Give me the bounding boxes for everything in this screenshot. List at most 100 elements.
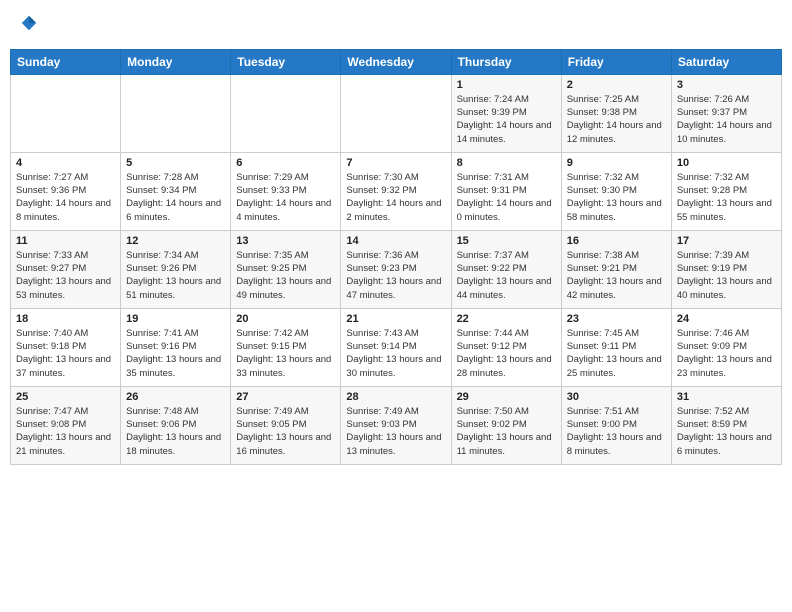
day-cell: 1Sunrise: 7:24 AMSunset: 9:39 PMDaylight… — [451, 74, 561, 152]
day-number: 17 — [677, 235, 776, 247]
weekday-header-row: SundayMondayTuesdayWednesdayThursdayFrid… — [11, 49, 782, 74]
day-info: Sunrise: 7:46 AMSunset: 9:09 PMDaylight:… — [677, 327, 776, 380]
day-number: 21 — [346, 313, 445, 325]
day-number: 6 — [236, 157, 335, 169]
day-cell: 10 Sunrise: 7:32 AMSunset: 9:28 PMDayligh… — [671, 152, 781, 230]
day-info: Sunrise: 7:35 AMSunset: 9:25 PMDaylight:… — [236, 249, 335, 302]
day-info: Sunrise: 7:39 AMSunset: 9:19 PMDaylight:… — [677, 249, 776, 302]
day-cell: 2 Sunrise: 7:25 AMSunset: 9:38 PMDaylight… — [561, 74, 671, 152]
day-info: Sunrise: 7:49 AMSunset: 9:05 PMDaylight:… — [236, 405, 335, 458]
day-cell: 30 Sunrise: 7:51 AMSunset: 9:00 PMDayligh… — [561, 386, 671, 464]
day-cell: 27 Sunrise: 7:49 AMSunset: 9:05 PMDayligh… — [231, 386, 341, 464]
week-row-2: 4 Sunrise: 7:27 AMSunset: 9:36 PMDaylight… — [11, 152, 782, 230]
day-cell: 23 Sunrise: 7:45 AMSunset: 9:11 PMDayligh… — [561, 308, 671, 386]
day-cell: 24 Sunrise: 7:46 AMSunset: 9:09 PMDayligh… — [671, 308, 781, 386]
day-info: Sunrise: 7:48 AMSunset: 9:06 PMDaylight:… — [126, 405, 225, 458]
day-info: Sunrise: 7:33 AMSunset: 9:27 PMDaylight:… — [16, 249, 115, 302]
day-number: 10 — [677, 157, 776, 169]
day-number: 23 — [567, 313, 666, 325]
day-number: 25 — [16, 391, 115, 403]
day-cell: 11 Sunrise: 7:33 AMSunset: 9:27 PMDayligh… — [11, 230, 121, 308]
logo-text — [18, 14, 38, 37]
day-info: Sunrise: 7:49 AMSunset: 9:03 PMDaylight:… — [346, 405, 445, 458]
week-row-1: 1Sunrise: 7:24 AMSunset: 9:39 PMDaylight… — [11, 74, 782, 152]
day-cell: 26Sunrise: 7:48 AMSunset: 9:06 PMDayligh… — [121, 386, 231, 464]
day-info: Sunrise: 7:47 AMSunset: 9:08 PMDaylight:… — [16, 405, 115, 458]
logo — [18, 14, 38, 37]
day-number: 15 — [457, 235, 556, 247]
day-number: 16 — [567, 235, 666, 247]
day-cell: 6 Sunrise: 7:29 AMSunset: 9:33 PMDaylight… — [231, 152, 341, 230]
day-cell: 4 Sunrise: 7:27 AMSunset: 9:36 PMDaylight… — [11, 152, 121, 230]
day-info: Sunrise: 7:27 AMSunset: 9:36 PMDaylight:… — [16, 171, 115, 224]
day-number: 12 — [126, 235, 225, 247]
calendar-table: SundayMondayTuesdayWednesdayThursdayFrid… — [10, 49, 782, 465]
day-info: Sunrise: 7:38 AMSunset: 9:21 PMDaylight:… — [567, 249, 666, 302]
day-number: 24 — [677, 313, 776, 325]
day-cell: 3 Sunrise: 7:26 AMSunset: 9:37 PMDaylight… — [671, 74, 781, 152]
day-cell: 17 Sunrise: 7:39 AMSunset: 9:19 PMDayligh… — [671, 230, 781, 308]
day-number: 11 — [16, 235, 115, 247]
day-info: Sunrise: 7:41 AMSunset: 9:16 PMDaylight:… — [126, 327, 225, 380]
day-info: Sunrise: 7:44 AMSunset: 9:12 PMDaylight:… — [457, 327, 556, 380]
day-info: Sunrise: 7:36 AMSunset: 9:23 PMDaylight:… — [346, 249, 445, 302]
day-cell: 28 Sunrise: 7:49 AMSunset: 9:03 PMDayligh… — [341, 386, 451, 464]
day-info: Sunrise: 7:52 AMSunset: 8:59 PMDaylight:… — [677, 405, 776, 458]
day-cell: 12 Sunrise: 7:34 AMSunset: 9:26 PMDayligh… — [121, 230, 231, 308]
day-number: 22 — [457, 313, 556, 325]
day-cell: 7Sunrise: 7:30 AMSunset: 9:32 PMDaylight… — [341, 152, 451, 230]
day-number: 29 — [457, 391, 556, 403]
day-cell: 20 Sunrise: 7:42 AMSunset: 9:15 PMDayligh… — [231, 308, 341, 386]
day-info: Sunrise: 7:31 AMSunset: 9:31 PMDaylight:… — [457, 171, 556, 224]
day-info: Sunrise: 7:37 AMSunset: 9:22 PMDaylight:… — [457, 249, 556, 302]
day-cell: 8Sunrise: 7:31 AMSunset: 9:31 PMDaylight… — [451, 152, 561, 230]
day-number: 30 — [567, 391, 666, 403]
day-number: 20 — [236, 313, 335, 325]
day-info: Sunrise: 7:45 AMSunset: 9:11 PMDaylight:… — [567, 327, 666, 380]
logo-icon — [20, 14, 38, 32]
day-cell: 29 Sunrise: 7:50 AMSunset: 9:02 PMDayligh… — [451, 386, 561, 464]
day-number: 18 — [16, 313, 115, 325]
day-cell: 9 Sunrise: 7:32 AMSunset: 9:30 PMDaylight… — [561, 152, 671, 230]
day-number: 31 — [677, 391, 776, 403]
weekday-header-friday: Friday — [561, 49, 671, 74]
day-info: Sunrise: 7:40 AMSunset: 9:18 PMDaylight:… — [16, 327, 115, 380]
week-row-5: 25 Sunrise: 7:47 AMSunset: 9:08 PMDayligh… — [11, 386, 782, 464]
day-info: Sunrise: 7:28 AMSunset: 9:34 PMDaylight:… — [126, 171, 225, 224]
day-number: 13 — [236, 235, 335, 247]
day-number: 14 — [346, 235, 445, 247]
day-info: Sunrise: 7:32 AMSunset: 9:30 PMDaylight:… — [567, 171, 666, 224]
day-info: Sunrise: 7:34 AMSunset: 9:26 PMDaylight:… — [126, 249, 225, 302]
week-row-3: 11 Sunrise: 7:33 AMSunset: 9:27 PMDayligh… — [11, 230, 782, 308]
weekday-header-sunday: Sunday — [11, 49, 121, 74]
day-info: Sunrise: 7:26 AMSunset: 9:37 PMDaylight:… — [677, 93, 776, 146]
weekday-header-wednesday: Wednesday — [341, 49, 451, 74]
day-cell: 5 Sunrise: 7:28 AMSunset: 9:34 PMDaylight… — [121, 152, 231, 230]
day-number: 5 — [126, 157, 225, 169]
day-cell: 25 Sunrise: 7:47 AMSunset: 9:08 PMDayligh… — [11, 386, 121, 464]
day-number: 9 — [567, 157, 666, 169]
day-info: Sunrise: 7:24 AMSunset: 9:39 PMDaylight:… — [457, 93, 556, 146]
day-cell: 16 Sunrise: 7:38 AMSunset: 9:21 PMDayligh… — [561, 230, 671, 308]
day-info: Sunrise: 7:29 AMSunset: 9:33 PMDaylight:… — [236, 171, 335, 224]
day-cell: 22 Sunrise: 7:44 AMSunset: 9:12 PMDayligh… — [451, 308, 561, 386]
day-cell: 13 Sunrise: 7:35 AMSunset: 9:25 PMDayligh… — [231, 230, 341, 308]
day-info: Sunrise: 7:42 AMSunset: 9:15 PMDaylight:… — [236, 327, 335, 380]
day-info: Sunrise: 7:51 AMSunset: 9:00 PMDaylight:… — [567, 405, 666, 458]
day-cell — [341, 74, 451, 152]
day-cell: 19Sunrise: 7:41 AMSunset: 9:16 PMDayligh… — [121, 308, 231, 386]
day-info: Sunrise: 7:25 AMSunset: 9:38 PMDaylight:… — [567, 93, 666, 146]
weekday-header-saturday: Saturday — [671, 49, 781, 74]
day-info: Sunrise: 7:32 AMSunset: 9:28 PMDaylight:… — [677, 171, 776, 224]
day-number: 27 — [236, 391, 335, 403]
day-info: Sunrise: 7:43 AMSunset: 9:14 PMDaylight:… — [346, 327, 445, 380]
day-cell: 14 Sunrise: 7:36 AMSunset: 9:23 PMDayligh… — [341, 230, 451, 308]
weekday-header-thursday: Thursday — [451, 49, 561, 74]
day-cell — [231, 74, 341, 152]
day-number: 28 — [346, 391, 445, 403]
day-number: 7 — [346, 157, 445, 169]
day-number: 4 — [16, 157, 115, 169]
day-number: 2 — [567, 79, 666, 91]
day-info: Sunrise: 7:50 AMSunset: 9:02 PMDaylight:… — [457, 405, 556, 458]
day-number: 3 — [677, 79, 776, 91]
